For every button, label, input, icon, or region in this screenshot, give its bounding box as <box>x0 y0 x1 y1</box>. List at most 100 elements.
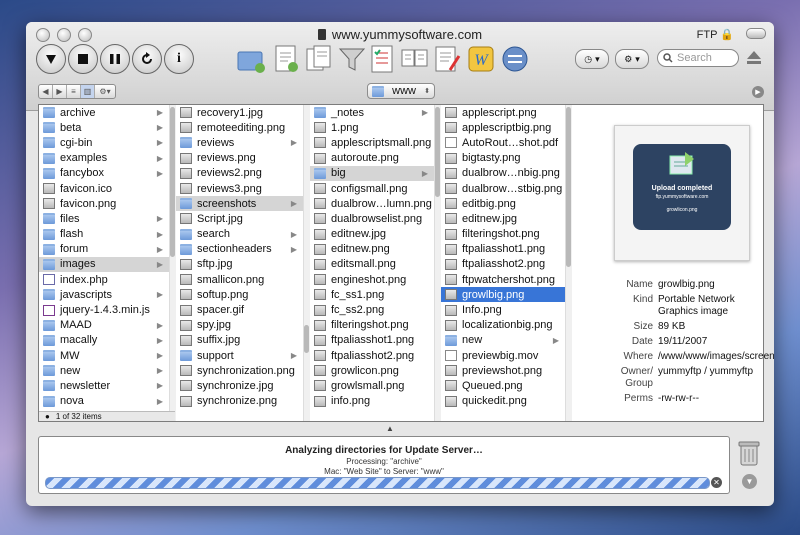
list-item[interactable]: forum ▶ <box>39 242 169 257</box>
column-3-scrollbar[interactable] <box>434 105 441 421</box>
back-button[interactable]: ◀ <box>39 85 53 98</box>
list-item[interactable]: dualbrowselist.png <box>310 211 434 226</box>
list-item[interactable]: screenshots ▶ <box>176 196 303 212</box>
list-item[interactable]: images ▶ <box>39 256 169 273</box>
list-item[interactable]: sectionheaders ▶ <box>176 242 303 257</box>
list-item[interactable]: applescript.png <box>441 105 565 120</box>
list-item[interactable]: dualbrow…nbig.png <box>441 166 565 181</box>
list-item[interactable]: ftpaliasshot2.png <box>441 257 565 272</box>
list-item[interactable]: 1.png <box>310 120 434 135</box>
view-options-button[interactable]: ⚙▾ <box>95 85 115 98</box>
preview-toggle-button[interactable]: ▶ <box>752 86 764 98</box>
list-item[interactable]: reviews3.png <box>176 181 303 196</box>
list-item[interactable]: new ▶ <box>39 363 169 378</box>
scroll-thumb[interactable] <box>304 325 309 353</box>
cancel-button[interactable]: ✕ <box>711 477 722 488</box>
list-item[interactable]: localizationbig.png <box>441 318 565 333</box>
drawer-toggle-button[interactable]: ▼ <box>742 474 757 489</box>
list-item[interactable]: editbig.png <box>441 196 565 211</box>
list-item[interactable]: filteringshot.png <box>441 227 565 242</box>
list-item[interactable]: jquery-1.4.3.min.js <box>39 302 169 317</box>
history-dropdown[interactable]: ◷ ▾ <box>575 49 609 69</box>
list-item[interactable]: files ▶ <box>39 211 169 226</box>
connect-button[interactable] <box>36 44 66 74</box>
web-icon[interactable]: W <box>466 44 496 74</box>
stop-button[interactable] <box>68 44 98 74</box>
list-item[interactable]: editnew.jpg <box>441 211 565 226</box>
list-item[interactable]: archive ▶ <box>39 105 169 120</box>
list-item[interactable]: fc_ss1.png <box>310 287 434 302</box>
list-item[interactable]: search ▶ <box>176 227 303 242</box>
list-item[interactable]: growlicon.png <box>310 363 434 378</box>
list-item[interactable]: growlsmall.png <box>310 378 434 393</box>
search-field[interactable]: Search <box>657 49 739 67</box>
list-item[interactable]: applescriptbig.png <box>441 120 565 135</box>
transfer-icon[interactable] <box>500 44 530 74</box>
list-item[interactable]: Queued.png <box>441 378 565 393</box>
list-item[interactable]: AutoRout…shot.pdf <box>441 135 565 150</box>
scroll-thumb[interactable] <box>170 107 175 257</box>
list-item[interactable]: synchronization.png <box>176 363 303 378</box>
scroll-thumb[interactable] <box>566 107 571 267</box>
list-item[interactable]: _notes ▶ <box>310 105 434 120</box>
list-item[interactable]: javascripts ▶ <box>39 287 169 302</box>
column-view-button[interactable]: ▥ <box>81 85 95 98</box>
list-item[interactable]: examples ▶ <box>39 151 169 166</box>
list-item[interactable]: favicon.ico <box>39 181 169 196</box>
list-view-button[interactable]: ≡ <box>67 85 81 98</box>
list-item[interactable]: growlbig.png <box>441 287 565 303</box>
list-item[interactable]: info.png <box>310 394 434 409</box>
list-item[interactable]: Script.jpg <box>176 211 303 226</box>
list-item[interactable]: autoroute.png <box>310 151 434 166</box>
list-item[interactable]: bigtasty.png <box>441 151 565 166</box>
list-item[interactable]: spacer.gif <box>176 302 303 317</box>
list-item[interactable]: new ▶ <box>441 333 565 348</box>
list-item[interactable]: ftpaliasshot1.png <box>441 242 565 257</box>
list-item[interactable]: favicon.png <box>39 196 169 211</box>
list-item[interactable]: remoteediting.png <box>176 120 303 135</box>
list-item[interactable]: index.php <box>39 272 169 287</box>
list-item[interactable]: smallicon.png <box>176 272 303 287</box>
column-1-scrollbar[interactable] <box>169 105 176 421</box>
list-item[interactable]: beta ▶ <box>39 120 169 135</box>
list-item[interactable]: MAAD ▶ <box>39 318 169 333</box>
list-item[interactable]: filteringshot.png <box>310 318 434 333</box>
list-item[interactable]: editnew.png <box>310 242 434 257</box>
list-item[interactable]: flash ▶ <box>39 227 169 242</box>
list-item[interactable]: macally ▶ <box>39 333 169 348</box>
list-item[interactable]: quickedit.png <box>441 394 565 409</box>
list-item[interactable]: configsmall.png <box>310 181 434 196</box>
list-item[interactable]: engineshot.png <box>310 272 434 287</box>
filter-icon[interactable] <box>337 44 367 74</box>
list-item[interactable]: previewbig.mov <box>441 348 565 363</box>
list-item[interactable]: applescriptsmall.png <box>310 135 434 150</box>
list-item[interactable]: synchronize.jpg <box>176 378 303 393</box>
list-item[interactable]: Info.png <box>441 302 565 317</box>
list-item[interactable]: reviews2.png <box>176 166 303 181</box>
list-item[interactable]: editsmall.png <box>310 257 434 272</box>
list-item[interactable]: editnew.jpg <box>310 227 434 242</box>
list-item[interactable]: dualbrow…stbig.png <box>441 181 565 196</box>
trash-icon[interactable] <box>738 440 760 466</box>
list-item[interactable]: support ▶ <box>176 348 303 363</box>
list-item[interactable]: reviews ▶ <box>176 135 303 150</box>
edit-icon[interactable] <box>432 44 462 74</box>
column-2-scrollbar[interactable] <box>303 105 310 421</box>
list-item[interactable]: fc_ss2.png <box>310 302 434 317</box>
list-item[interactable]: nova ▶ <box>39 394 169 409</box>
sync-icon[interactable] <box>400 44 430 74</box>
list-item[interactable]: ftpaliasshot1.png <box>310 333 434 348</box>
refresh-button[interactable] <box>132 44 162 74</box>
list-item[interactable]: MW ▶ <box>39 348 169 363</box>
list-item[interactable]: previewshot.png <box>441 363 565 378</box>
splitter-grip[interactable]: ▲ <box>386 424 394 433</box>
info-button[interactable]: i <box>164 44 194 74</box>
toolbar-toggle-button[interactable] <box>746 28 766 39</box>
forward-button[interactable]: ▶ <box>53 85 67 98</box>
pause-button[interactable] <box>100 44 130 74</box>
scroll-thumb[interactable] <box>435 107 440 197</box>
list-item[interactable]: fancybox ▶ <box>39 166 169 181</box>
new-file-icon[interactable] <box>271 44 301 74</box>
list-item[interactable]: ftpwatchershot.png <box>441 272 565 287</box>
new-folder-icon[interactable] <box>236 44 266 74</box>
